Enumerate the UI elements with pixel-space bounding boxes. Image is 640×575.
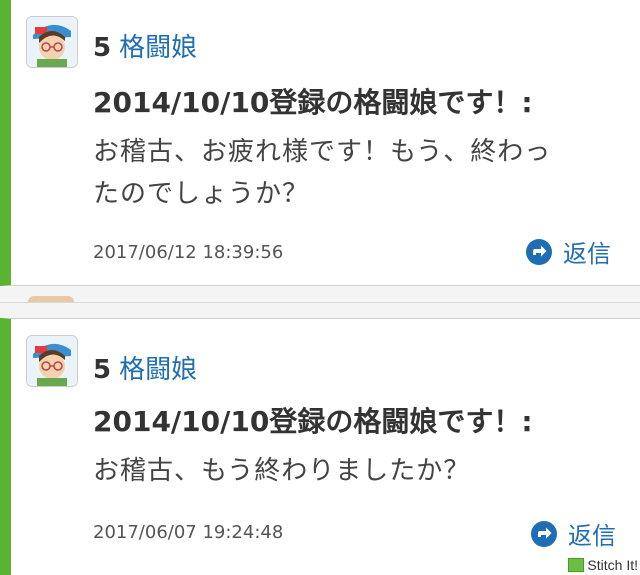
reply-arrow-icon bbox=[526, 238, 552, 265]
post-number: 5 bbox=[93, 355, 112, 385]
avatar-icon bbox=[27, 336, 77, 386]
avatar[interactable] bbox=[26, 16, 78, 68]
post-title: 2014/10/10登録の格闘娘です！: bbox=[93, 405, 533, 438]
username-link[interactable]: 格闘娘 bbox=[119, 33, 197, 63]
post-card: 5 格闘娘 2014/10/10登録の格闘娘です！: お稽古、お疲れ様です！もう、… bbox=[0, 0, 640, 286]
message-line: お稽古、お疲れ様です！もう、終わっ bbox=[93, 137, 552, 167]
card-separator bbox=[0, 286, 640, 318]
reply-label: 返信 bbox=[563, 240, 611, 268]
post-header: 5 格闘娘 bbox=[93, 354, 197, 386]
reply-arrow-icon bbox=[531, 520, 557, 547]
divider bbox=[0, 302, 640, 303]
avatar-icon bbox=[27, 17, 77, 67]
stitch-label: Stitch It! bbox=[587, 557, 638, 573]
post-message: お稽古、お疲れ様です！もう、終わっ たのでしょうか？ bbox=[93, 131, 633, 215]
post-timestamp: 2017/06/12 18:39:56 bbox=[93, 242, 284, 263]
username-link[interactable]: 格闘娘 bbox=[119, 355, 197, 385]
stitch-icon bbox=[568, 558, 585, 572]
reply-button[interactable]: 返信 bbox=[530, 516, 616, 551]
message-line: たのでしょうか？ bbox=[93, 179, 310, 209]
post-card: 5 格闘娘 2014/10/10登録の格闘娘です！: お稽古、もう終わりましたか？… bbox=[0, 318, 640, 575]
post-message: お稽古、もう終わりましたか？ bbox=[93, 450, 633, 492]
post-header: 5 格闘娘 bbox=[93, 32, 197, 64]
post-title: 2014/10/10登録の格闘娘です！: bbox=[93, 86, 533, 119]
post-timestamp: 2017/06/07 19:24:48 bbox=[93, 522, 284, 543]
stitch-watermark: Stitch It! bbox=[568, 557, 638, 573]
reply-label: 返信 bbox=[568, 522, 616, 550]
message-line: お稽古、もう終わりましたか？ bbox=[93, 456, 471, 486]
post-number: 5 bbox=[93, 33, 112, 63]
avatar[interactable] bbox=[26, 335, 78, 387]
reply-button[interactable]: 返信 bbox=[525, 234, 611, 269]
